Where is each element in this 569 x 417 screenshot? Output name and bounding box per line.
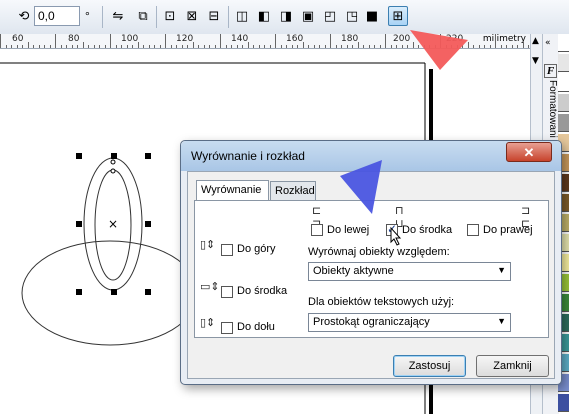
annotation-overlay <box>340 30 468 246</box>
mouse-cursor-icon <box>390 226 402 246</box>
red-arrow-icon <box>410 30 468 70</box>
blue-arrow-icon <box>340 160 382 214</box>
